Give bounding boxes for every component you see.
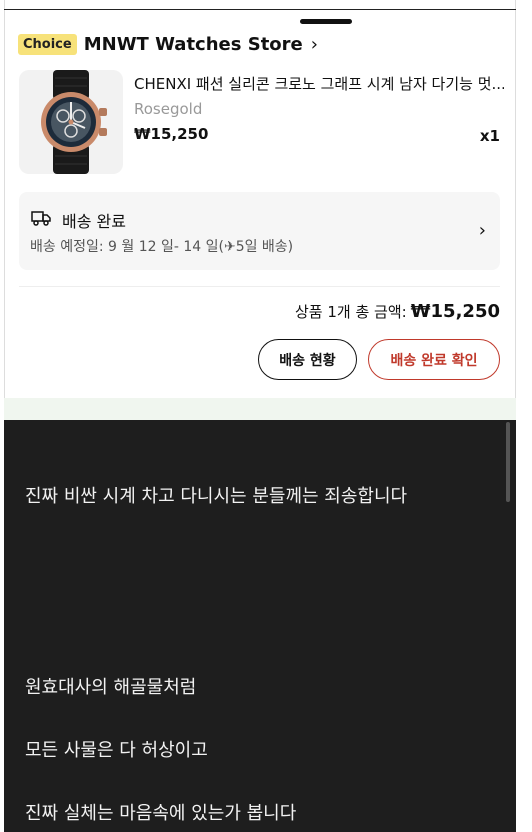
- caption-line: 모든 사물은 다 허상이고: [25, 740, 208, 761]
- chevron-right-icon[interactable]: ›: [311, 34, 318, 55]
- track-delivery-button[interactable]: 배송 현황: [258, 339, 357, 380]
- order-total: 상품 1개 총 금액: ₩15,250: [295, 301, 500, 322]
- section-divider: [19, 286, 500, 287]
- total-label: 상품 1개 총 금액:: [294, 303, 407, 321]
- truck-icon: [31, 211, 51, 226]
- top-divider: [4, 9, 516, 10]
- product-thumbnail[interactable]: [19, 70, 123, 174]
- store-header[interactable]: Choice MNWT Watches Store ›: [18, 30, 318, 58]
- product-quantity: x1: [479, 127, 500, 145]
- product-variant: Rosegold: [134, 100, 203, 118]
- total-amount: ₩15,250: [410, 301, 500, 322]
- caption-line: 진짜 실체는 마음속에 있는가 봅니다: [25, 803, 297, 824]
- product-price: ₩15,250: [134, 125, 209, 143]
- shipping-status-card[interactable]: 배송 완료 배송 예정일: 9 월 12 일- 14 일(✈5일 배송) ›: [19, 192, 500, 270]
- caption-line: 원효대사의 해골물처럼: [25, 677, 197, 698]
- store-name[interactable]: MNWT Watches Store: [84, 34, 303, 55]
- delivery-estimate: 배송 예정일: 9 월 12 일- 14 일(✈5일 배송): [30, 239, 294, 255]
- sheet-drag-handle[interactable]: [300, 19, 352, 24]
- caption-panel: 진짜 비싼 시계 차고 다니시는 분들께는 죄송합니다 원효대사의 해골물처럼 …: [4, 420, 516, 832]
- watch-image: [41, 70, 107, 174]
- section-gap: [4, 398, 516, 420]
- chevron-right-icon[interactable]: ›: [479, 220, 486, 241]
- shipping-status: 배송 완료: [62, 212, 126, 231]
- product-title[interactable]: CHENXI 패션 실리콘 크로노 그래프 시계 남자 다기능 멋...: [134, 73, 504, 94]
- choice-badge: Choice: [18, 33, 77, 55]
- confirm-delivery-button[interactable]: 배송 완료 확인: [368, 339, 500, 380]
- scrollbar[interactable]: [506, 422, 510, 502]
- caption-line: 진짜 비싼 시계 차고 다니시는 분들께는 죄송합니다: [25, 486, 408, 507]
